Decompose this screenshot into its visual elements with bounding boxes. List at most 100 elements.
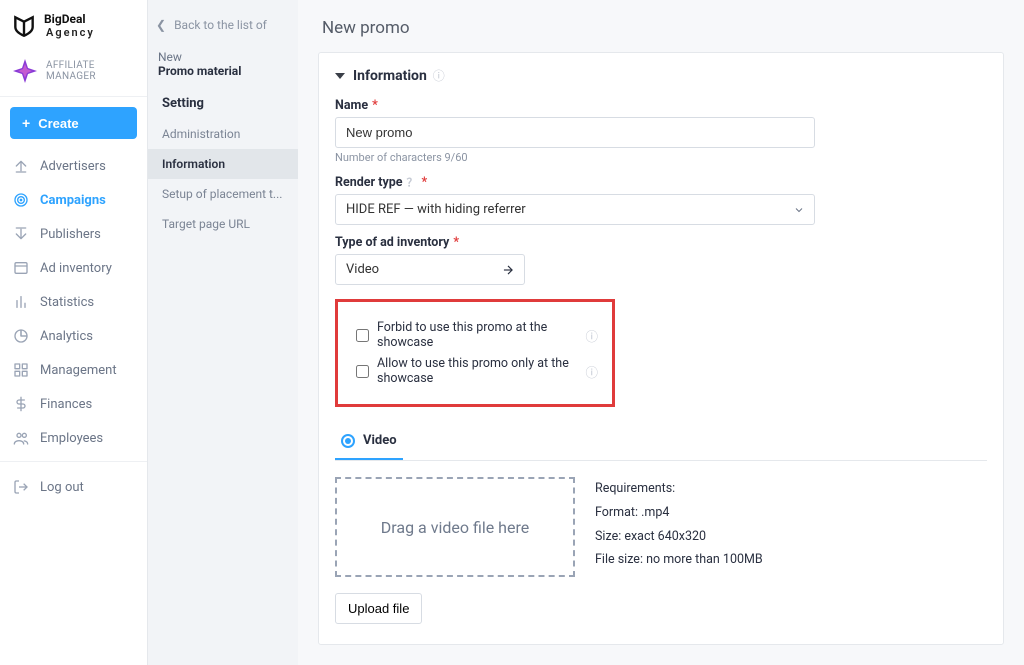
settings-sublist: Setting AdministrationInformationSetup o… [148, 84, 298, 239]
bars-icon [12, 293, 30, 311]
page-title: New promo [322, 18, 1004, 38]
info-icon: ⓘ [585, 362, 598, 381]
media-tabs: Video [335, 425, 987, 461]
sidebar-item-campaigns[interactable]: Campaigns [0, 183, 147, 217]
sidebar-item-ad-inventory[interactable]: Ad inventory [0, 251, 147, 285]
brand-name: BigDeal Agency [44, 13, 95, 38]
sidebar-item-analytics[interactable]: Analytics [0, 319, 147, 353]
tab-video-label: Video [363, 433, 397, 448]
render-type-value: HIDE REF — with hiding referrer [346, 202, 526, 217]
plus-icon: + [22, 115, 30, 131]
field-ad-inventory: Type of ad inventory * Video [335, 235, 987, 285]
media-row: Drag a video file here Requirements: For… [335, 477, 987, 577]
requirements-filesize: File size: no more than 100MB [595, 548, 763, 572]
sidebar-item-publishers[interactable]: Publishers [0, 217, 147, 251]
ad-inventory-select[interactable]: Video [335, 254, 525, 285]
setting-item-setup-of-placement-t-[interactable]: Setup of placement t... [148, 179, 298, 209]
field-render-type: Render type ？ * HIDE REF — with hiding r… [335, 174, 987, 225]
showcase-options-highlight: Forbid to use this promo at the showcase… [335, 299, 615, 407]
sidebar-item-advertisers[interactable]: Advertisers [0, 149, 147, 183]
required-marker: * [372, 98, 378, 113]
name-label: Name [335, 98, 368, 113]
sidebar-item-statistics[interactable]: Statistics [0, 285, 147, 319]
grid-icon [12, 361, 30, 379]
tab-video[interactable]: Video [335, 425, 403, 460]
setting-item-administration[interactable]: Administration [148, 119, 298, 149]
brand: BigDeal Agency [0, 0, 147, 50]
name-input[interactable] [335, 117, 815, 148]
setting-item-target-page-url[interactable]: Target page URL [148, 209, 298, 239]
sidebar-item-management[interactable]: Management [0, 353, 147, 387]
upload-icon [12, 157, 30, 175]
brand-line2: Agency [46, 27, 95, 39]
chevron-left-icon: ❮ [156, 18, 166, 32]
section-title: Information [353, 68, 427, 84]
logout-link[interactable]: Log out [0, 468, 147, 506]
allow-label: Allow to use this promo only at the show… [377, 356, 579, 386]
requirements-size: Size: exact 640x320 [595, 525, 763, 549]
sidebar-item-label: Management [40, 363, 117, 378]
sidebar-item-label: Finances [40, 397, 92, 412]
name-hint: Number of characters 9/60 [335, 151, 987, 164]
requirements-format: Format: .mp4 [595, 501, 763, 525]
sidebar-item-label: Employees [40, 431, 103, 446]
allow-checkbox[interactable] [356, 365, 369, 378]
user-role-row: AFFILIATE MANAGER [0, 50, 147, 97]
main-content: New promo Information ⓘ Name * Number of… [298, 0, 1024, 665]
ad-inventory-value: Video [346, 262, 379, 277]
avatar-icon [10, 56, 40, 86]
create-button[interactable]: + Create [10, 107, 137, 139]
sidebar-item-label: Statistics [40, 295, 94, 310]
sidebar-item-label: Advertisers [40, 159, 106, 174]
render-type-label: Render type [335, 175, 403, 190]
required-marker: * [422, 175, 428, 190]
dropzone-label: Drag a video file here [381, 518, 529, 537]
primary-nav: Advertisers Campaigns Publishers Ad invento… [0, 149, 147, 455]
upload-file-label: Upload file [348, 601, 409, 616]
primary-sidebar: BigDeal Agency AFFILIATE MANAGER + Creat… [0, 0, 148, 665]
logout-label: Log out [40, 480, 84, 495]
arrow-right-icon [501, 263, 515, 277]
form-panel: Information ⓘ Name * Number of character… [318, 52, 1004, 645]
role-label: AFFILIATE MANAGER [46, 60, 137, 82]
ad-inventory-label: Type of ad inventory [335, 235, 449, 250]
required-marker: * [453, 235, 459, 250]
sidebar-item-finances[interactable]: Finances [0, 387, 147, 421]
info-icon: ⓘ [585, 326, 598, 345]
logout-icon [12, 478, 30, 496]
section-header-information[interactable]: Information ⓘ [335, 59, 987, 88]
info-icon: ⓘ [433, 67, 445, 84]
sidebar-item-label: Publishers [40, 227, 101, 242]
allow-checkbox-row[interactable]: Allow to use this promo only at the show… [352, 356, 598, 386]
help-icon: ？ [407, 174, 418, 190]
context-new-label: New [148, 50, 298, 64]
dollar-icon [12, 395, 30, 413]
target-icon [12, 191, 30, 209]
nav-divider [0, 461, 147, 462]
collapse-caret-icon [335, 73, 345, 79]
forbid-label: Forbid to use this promo at the showcase [377, 320, 579, 350]
window-icon [12, 259, 30, 277]
setting-item-information[interactable]: Information [148, 149, 298, 179]
users-icon [12, 429, 30, 447]
pie-icon [12, 327, 30, 345]
settings-heading: Setting [148, 84, 298, 119]
back-label: Back to the list of [174, 18, 267, 32]
field-name: Name * Number of characters 9/60 [335, 98, 987, 164]
brand-line1: BigDeal [44, 12, 86, 26]
forbid-checkbox[interactable] [356, 329, 369, 342]
upload-file-button[interactable]: Upload file [335, 593, 422, 624]
sidebar-item-employees[interactable]: Employees [0, 421, 147, 455]
requirements-list: Requirements: Format: .mp4 Size: exact 6… [595, 477, 763, 572]
render-type-select[interactable]: HIDE REF — with hiding referrer [335, 194, 815, 225]
sidebar-item-label: Ad inventory [40, 261, 112, 276]
video-dropzone[interactable]: Drag a video file here [335, 477, 575, 577]
sidebar-item-label: Analytics [40, 329, 93, 344]
radio-icon [341, 434, 355, 448]
secondary-sidebar: ❮ Back to the list of New Promo material… [148, 0, 298, 665]
context-record-name: Promo material [148, 64, 298, 78]
forbid-checkbox-row[interactable]: Forbid to use this promo at the showcase… [352, 320, 598, 350]
download-icon [12, 225, 30, 243]
back-link[interactable]: ❮ Back to the list of [148, 8, 298, 50]
create-button-label: Create [38, 116, 78, 131]
